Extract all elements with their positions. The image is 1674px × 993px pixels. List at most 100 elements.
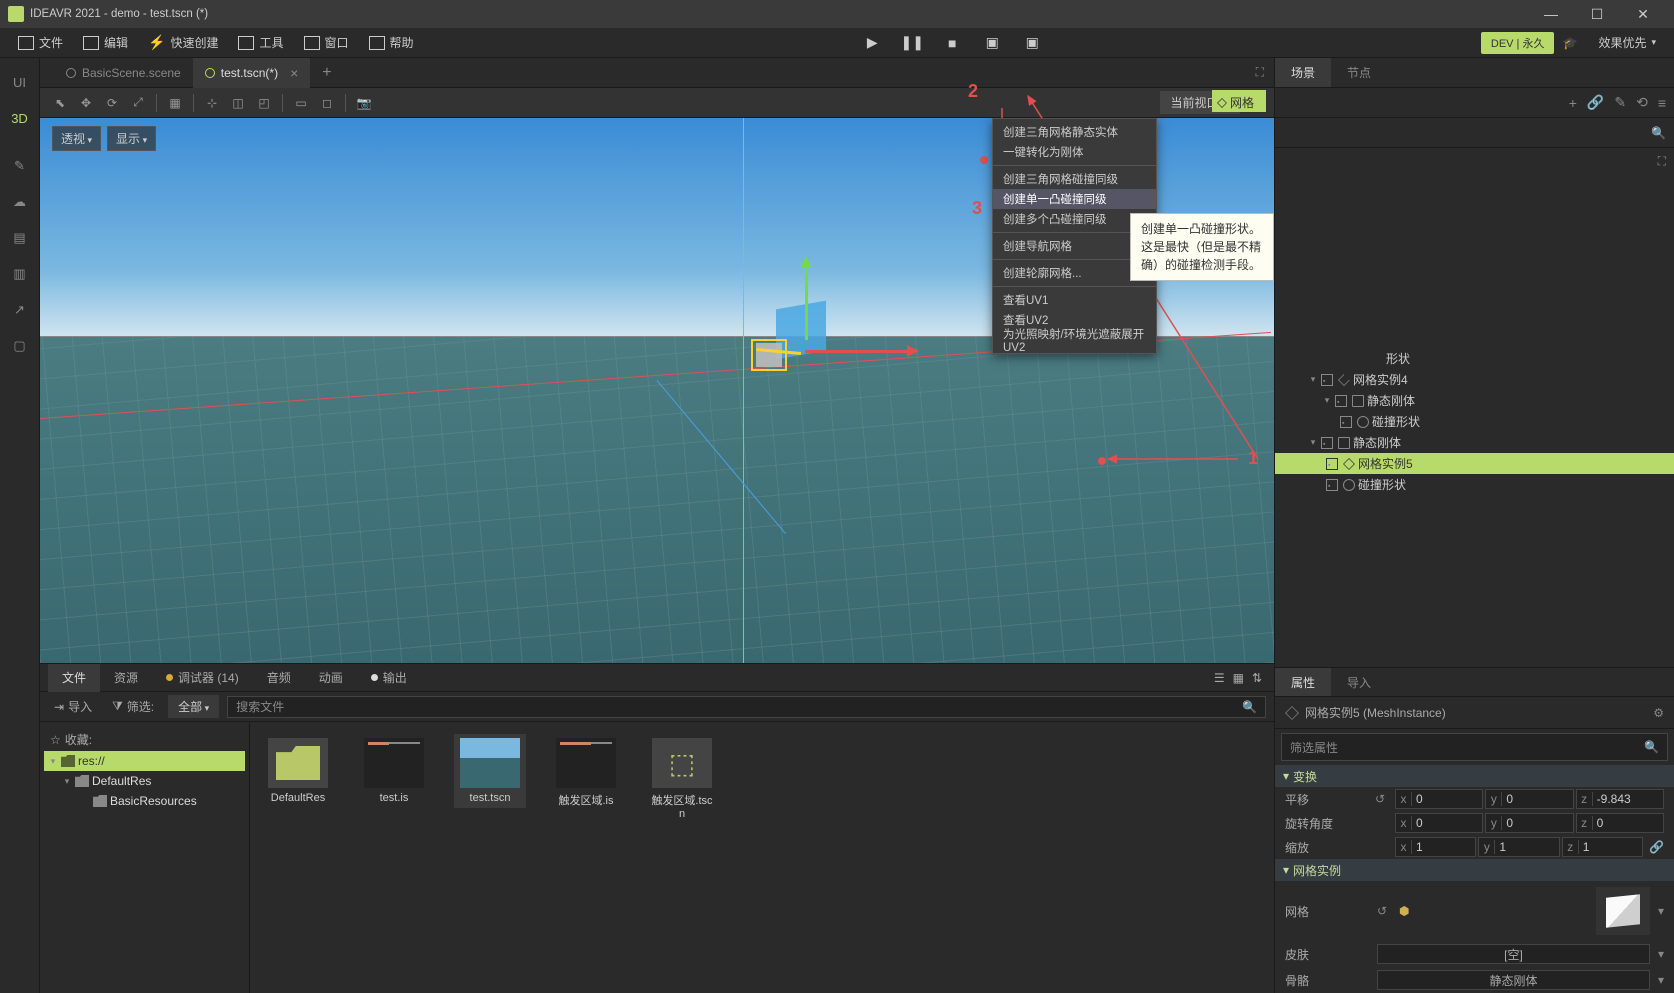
- translate-y-input[interactable]: y0: [1485, 789, 1573, 809]
- rotate-y-input[interactable]: y0: [1485, 813, 1573, 833]
- rail-ui[interactable]: UI: [4, 66, 36, 98]
- rail-device-icon[interactable]: ▢: [4, 330, 36, 362]
- rotate-x-input[interactable]: x0: [1395, 813, 1483, 833]
- node-static-body-1[interactable]: ▾静态刚体: [1275, 390, 1674, 411]
- camera-icon[interactable]: 📷: [352, 91, 376, 115]
- tree-res-root[interactable]: ▾res://: [44, 751, 245, 771]
- scale-x-input[interactable]: x1: [1395, 837, 1476, 857]
- ctx-create-trimesh-static[interactable]: 创建三角网格静态实体: [993, 122, 1156, 142]
- ruler-icon[interactable]: ◰: [252, 91, 276, 115]
- tree-basic-resources[interactable]: BasicResources: [44, 791, 245, 811]
- file-default-res[interactable]: DefaultRes: [262, 734, 334, 808]
- link-scale-icon[interactable]: 🔗: [1649, 840, 1664, 854]
- local-coords-icon[interactable]: ⊹: [200, 91, 224, 115]
- tree-default-res[interactable]: ▾DefaultRes: [44, 771, 245, 791]
- section-mesh-instance[interactable]: ▾网格实例: [1275, 859, 1674, 881]
- add-node-icon[interactable]: +: [1569, 95, 1577, 111]
- partial-node-shape[interactable]: 形状: [1275, 348, 1674, 369]
- play-scene-button[interactable]: ▣: [972, 31, 1012, 55]
- file-trigger-is[interactable]: 触发区域.is: [550, 734, 622, 812]
- play-custom-button[interactable]: ▣: [1012, 31, 1052, 55]
- file-trigger-tscn[interactable]: ⬚ 触发区域.tscn: [646, 734, 718, 824]
- scale-tool-icon[interactable]: ⤢: [126, 91, 150, 115]
- property-filter-input[interactable]: 筛选属性🔍: [1281, 733, 1668, 761]
- menu-window[interactable]: 窗口: [294, 28, 359, 58]
- skin-dropdown[interactable]: [空]: [1377, 944, 1650, 964]
- select-tool-icon[interactable]: ⬉: [48, 91, 72, 115]
- node-mesh5[interactable]: 网格实例5: [1275, 453, 1674, 474]
- ungroup-icon[interactable]: ◻: [315, 91, 339, 115]
- tab-basic-scene[interactable]: BasicScene.scene: [54, 58, 193, 88]
- grid-snap-icon[interactable]: ◫: [226, 91, 250, 115]
- translate-x-input[interactable]: x0: [1395, 789, 1483, 809]
- menu-help[interactable]: 帮助: [359, 28, 424, 58]
- rotate-z-input[interactable]: z0: [1576, 813, 1664, 833]
- rail-cloud-icon[interactable]: ☁: [4, 186, 36, 218]
- viewport-3d[interactable]: 透视 显示 3 创建三角网格静态实体 一键转化为刚体 创建三角网格碰撞同级 创建…: [40, 118, 1274, 663]
- dropdown-arrow-icon[interactable]: ▾: [1658, 973, 1664, 987]
- link-icon[interactable]: 🔗: [1587, 94, 1604, 111]
- bp-tab-output[interactable]: 输出: [357, 664, 421, 692]
- bp-tab-audio[interactable]: 音频: [253, 664, 305, 692]
- minimize-button[interactable]: —: [1528, 0, 1574, 28]
- graduation-icon[interactable]: 🎓: [1562, 36, 1580, 50]
- menu-tools[interactable]: 工具: [228, 28, 293, 58]
- file-test-tscn[interactable]: test.tscn: [454, 734, 526, 808]
- group-icon[interactable]: ▭: [289, 91, 313, 115]
- rotate-tool-icon[interactable]: ⟳: [100, 91, 124, 115]
- ctx-bake-uv2[interactable]: 为光照映射/环境光遮蔽展开UV2: [993, 330, 1156, 350]
- reset-icon[interactable]: ↺: [1375, 792, 1389, 806]
- ctx-create-trimesh-sibling[interactable]: 创建三角网格碰撞同级: [993, 169, 1156, 189]
- node-mesh4[interactable]: ▾网格实例4: [1275, 369, 1674, 390]
- rail-pen-icon[interactable]: ✎: [4, 150, 36, 182]
- reset-icon[interactable]: ↺: [1377, 904, 1391, 918]
- tab-properties[interactable]: 属性: [1275, 668, 1331, 696]
- scale-z-input[interactable]: z1: [1562, 837, 1643, 857]
- rail-db-icon[interactable]: ▥: [4, 258, 36, 290]
- dropdown-arrow-icon[interactable]: ▾: [1658, 904, 1664, 918]
- cube-resource-icon[interactable]: ⬢: [1399, 904, 1409, 918]
- file-search-input[interactable]: 搜索文件 🔍: [227, 696, 1266, 718]
- settings-icon[interactable]: ⚙: [1653, 706, 1664, 720]
- rail-3d[interactable]: 3D: [4, 102, 36, 134]
- gizmo-x-axis[interactable]: [805, 350, 915, 353]
- section-transform[interactable]: ▾变换: [1275, 765, 1674, 787]
- filter-all-dropdown[interactable]: 全部: [168, 695, 219, 718]
- tab-import[interactable]: 导入: [1331, 668, 1387, 696]
- script-icon[interactable]: ✎: [1614, 94, 1626, 111]
- menu-quick-create[interactable]: ⚡快速创建: [138, 28, 228, 58]
- more-icon[interactable]: ≡: [1658, 95, 1666, 111]
- bp-tab-debugger[interactable]: 调试器 (14): [152, 664, 253, 692]
- maximize-button[interactable]: ☐: [1574, 0, 1620, 28]
- skeleton-dropdown[interactable]: 静态刚体: [1377, 970, 1650, 990]
- bp-tab-file[interactable]: 文件: [48, 664, 100, 692]
- scale-y-input[interactable]: y1: [1478, 837, 1559, 857]
- tab-close-icon[interactable]: ×: [290, 65, 298, 81]
- expand-all-icon[interactable]: ⟲: [1636, 94, 1648, 111]
- sort-icon[interactable]: ⇅: [1252, 671, 1262, 685]
- display-dropdown[interactable]: 显示: [107, 126, 156, 151]
- move-tool-icon[interactable]: ✥: [74, 91, 98, 115]
- filter-button[interactable]: ⧩筛选:: [106, 695, 160, 718]
- ctx-create-single-convex-sibling[interactable]: 创建单一凸碰撞同级: [993, 189, 1156, 209]
- menu-file[interactable]: 文件: [8, 28, 73, 58]
- gizmo-y-axis[interactable]: [805, 260, 808, 340]
- menu-edit[interactable]: 编辑: [73, 28, 138, 58]
- rail-export-icon[interactable]: ↗: [4, 294, 36, 326]
- rail-server-icon[interactable]: ▤: [4, 222, 36, 254]
- grid-view-icon[interactable]: ▦: [1233, 671, 1244, 685]
- menu-effects[interactable]: 效果优先▾: [1588, 28, 1666, 58]
- ctx-view-uv1[interactable]: 查看UV1: [993, 290, 1156, 310]
- translate-z-input[interactable]: z-9.843: [1576, 789, 1664, 809]
- node-collision-1[interactable]: 碰撞形状: [1275, 411, 1674, 432]
- tab-test-scene[interactable]: test.tscn(*) ×: [193, 58, 311, 88]
- bp-tab-resource[interactable]: 资源: [100, 664, 152, 692]
- mesh-menu-button[interactable]: 网格: [1211, 92, 1260, 113]
- close-button[interactable]: ✕: [1620, 0, 1666, 28]
- node-static-body-2[interactable]: ▾静态刚体: [1275, 432, 1674, 453]
- bp-tab-animation[interactable]: 动画: [305, 664, 357, 692]
- pause-button[interactable]: ❚❚: [892, 31, 932, 55]
- tab-add-button[interactable]: +: [310, 64, 343, 82]
- perspective-dropdown[interactable]: 透视: [52, 126, 101, 151]
- ctx-convert-to-rigid[interactable]: 一键转化为刚体: [993, 142, 1156, 162]
